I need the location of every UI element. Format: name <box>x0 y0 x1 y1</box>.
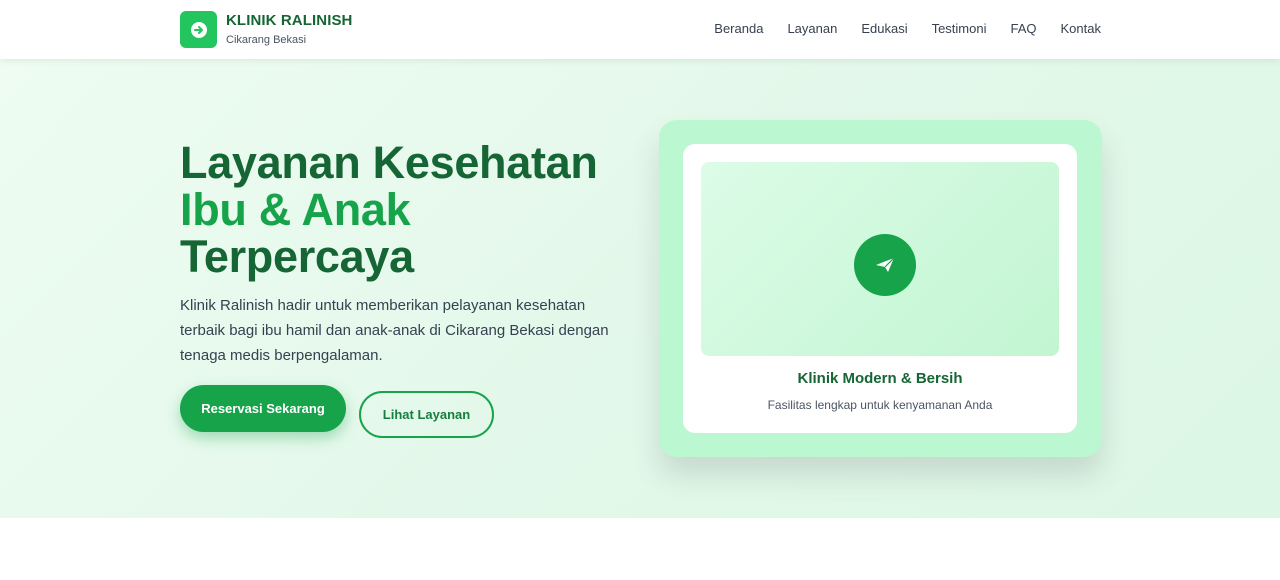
nav-item-faq[interactable]: FAQ <box>1011 21 1037 36</box>
hero-title-line2: Ibu & Anak <box>180 184 411 235</box>
hero-section: Layanan Kesehatan Ibu & Anak Terpercaya … <box>0 59 1280 518</box>
feature-card-image <box>701 162 1059 356</box>
feature-card-body: Klinik Modern & Bersih Fasilitas lengkap… <box>683 144 1077 433</box>
nav-item-kontak[interactable]: Kontak <box>1061 21 1101 36</box>
site-header: KLINIK RALINISH Cikarang Bekasi Beranda … <box>0 0 1280 59</box>
nav-item-edukasi[interactable]: Edukasi <box>861 21 907 36</box>
feature-card-badge <box>854 234 916 296</box>
feature-card: Klinik Modern & Bersih Fasilitas lengkap… <box>659 120 1102 457</box>
feature-card-title: Klinik Modern & Bersih <box>797 370 963 387</box>
nav-item-layanan[interactable]: Layanan <box>787 21 837 36</box>
arrow-circle-icon <box>190 21 207 38</box>
nav-item-beranda[interactable]: Beranda <box>714 21 763 36</box>
main-nav: Beranda Layanan Edukasi Testimoni FAQ Ko… <box>714 21 1101 36</box>
nav-item-testimoni[interactable]: Testimoni <box>932 21 987 36</box>
brand-location: Cikarang Bekasi <box>226 34 307 46</box>
paper-plane-icon <box>876 257 895 272</box>
hero-description: Klinik Ralinish hadir untuk memberikan p… <box>180 297 609 364</box>
hero-title-line3: Terpercaya <box>180 231 414 282</box>
brand-name[interactable]: KLINIK RALINISH <box>226 12 353 29</box>
hero-title-line1: Layanan Kesehatan <box>180 137 598 188</box>
reservation-button[interactable]: Reservasi Sekarang <box>180 385 346 432</box>
feature-card-subtitle: Fasilitas lengkap untuk kenyamanan Anda <box>767 398 993 412</box>
logo[interactable] <box>180 11 217 48</box>
view-services-button[interactable]: Lihat Layanan <box>359 391 494 438</box>
hero-title: Layanan Kesehatan Ibu & Anak Terpercaya <box>180 139 598 280</box>
